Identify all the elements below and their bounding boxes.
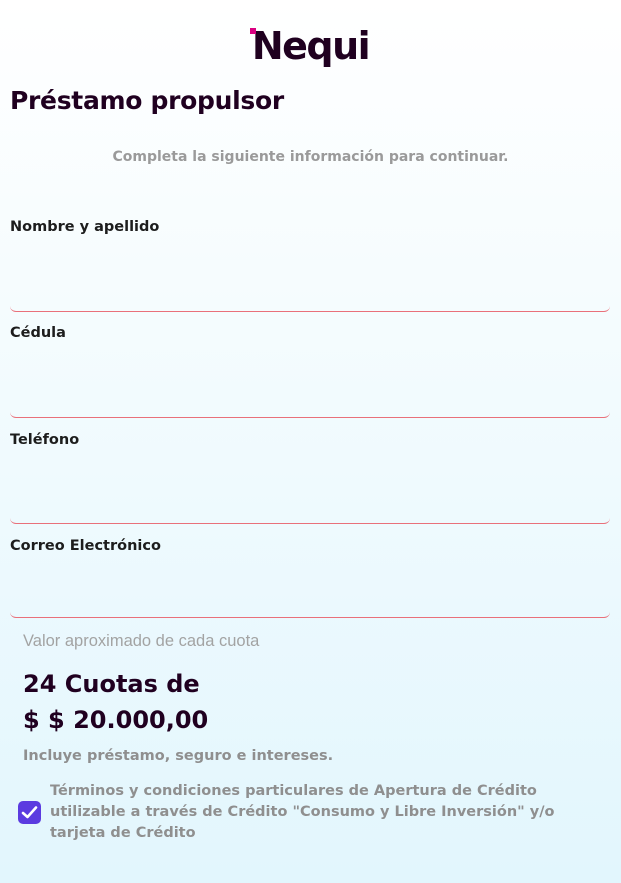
installments-text: 24 Cuotas de bbox=[23, 670, 200, 698]
name-input[interactable] bbox=[10, 277, 610, 312]
phone-label: Teléfono bbox=[10, 432, 80, 448]
logo-text: Nequi bbox=[251, 24, 371, 68]
terms-text: Términos y condiciones particulares de A… bbox=[50, 783, 555, 841]
terms-checkbox[interactable] bbox=[18, 801, 41, 824]
quote-note: Incluye préstamo, seguro e intereses. bbox=[23, 748, 334, 764]
nequi-logo: Nequi bbox=[0, 24, 621, 68]
email-input[interactable] bbox=[10, 583, 610, 618]
page-subtitle: Completa la siguiente información para c… bbox=[112, 149, 509, 165]
quote-label: Valor aproximado de cada cuota bbox=[23, 632, 260, 650]
email-label: Correo Electrónico bbox=[10, 538, 161, 554]
installment-amount: $ $ 20.000,00 bbox=[23, 706, 209, 734]
name-label: Nombre y apellido bbox=[10, 219, 160, 235]
page-title: Préstamo propulsor bbox=[10, 86, 284, 115]
checkmark-icon bbox=[21, 806, 38, 819]
id-input[interactable] bbox=[10, 383, 610, 418]
id-label: Cédula bbox=[10, 325, 66, 341]
phone-input[interactable] bbox=[10, 489, 610, 524]
logo-dot-icon bbox=[249, 28, 256, 34]
